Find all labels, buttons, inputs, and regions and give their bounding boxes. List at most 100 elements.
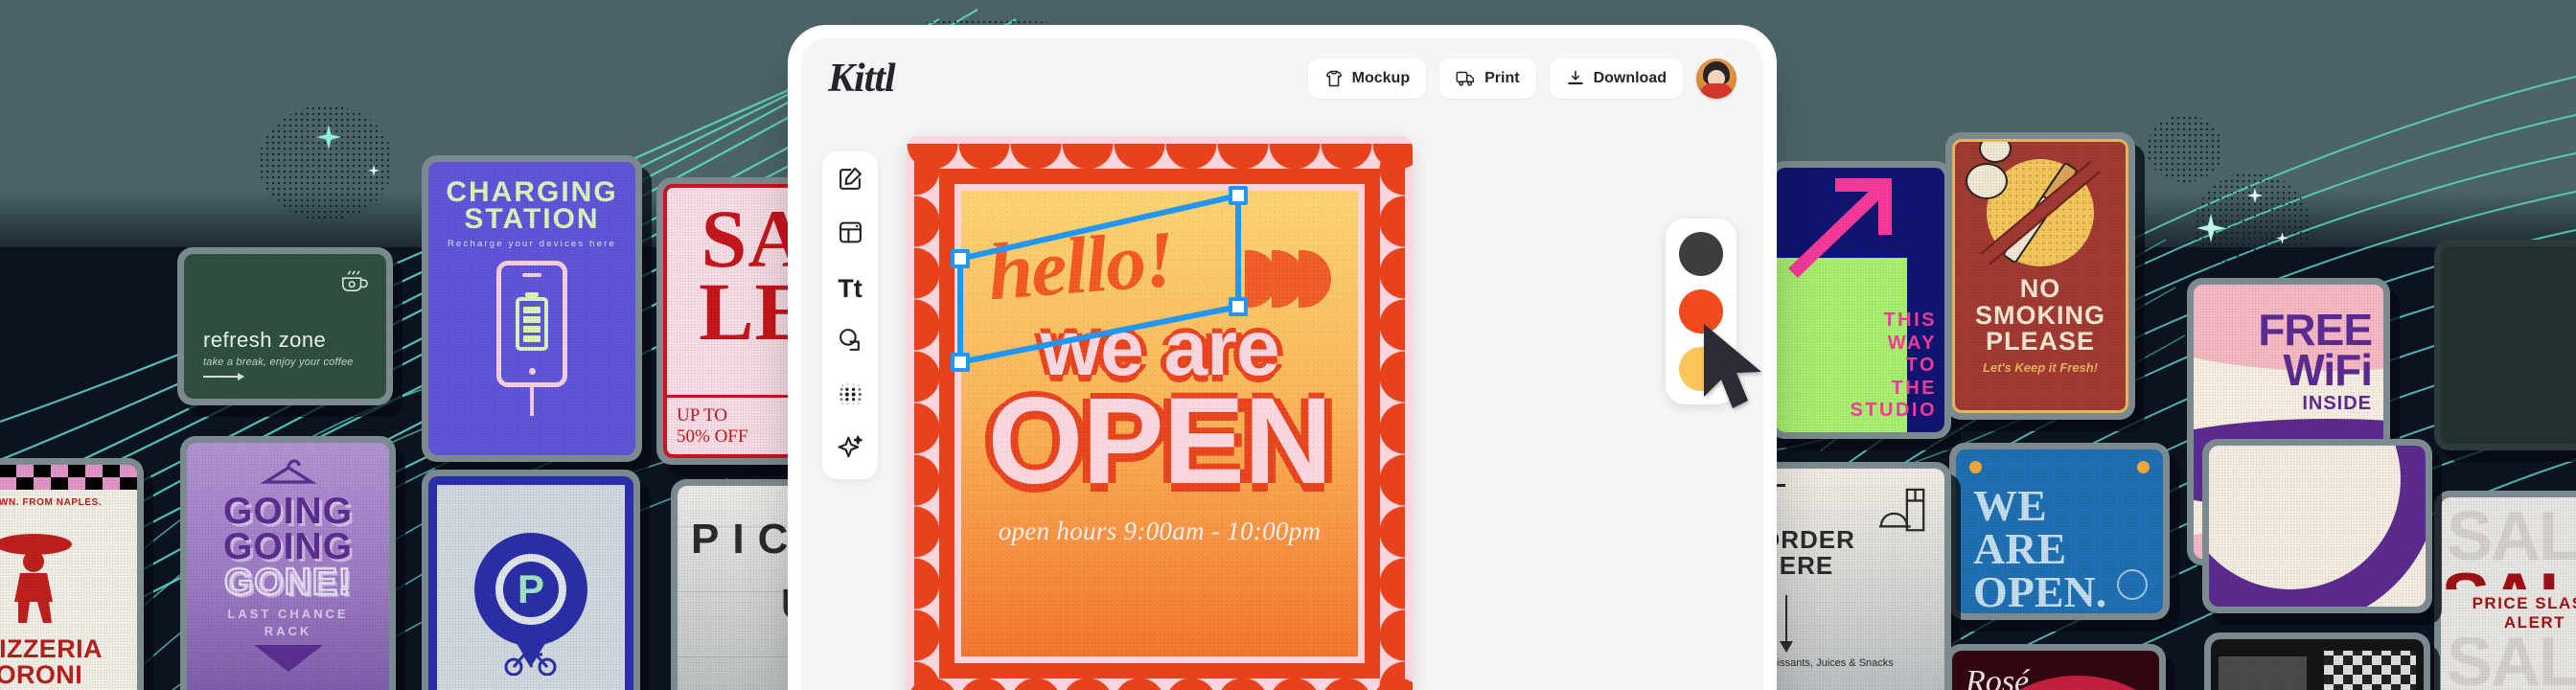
avatar[interactable]	[1696, 58, 1736, 99]
sparkle-icon	[838, 434, 863, 465]
parking-pin-icon: P	[474, 533, 587, 667]
poster-line2: WiFi	[2283, 345, 2373, 396]
poster-word-ghost: SALE	[2446, 624, 2576, 690]
poster-line3: GONE!	[223, 562, 352, 604]
poster-sub-line1: LAST CHANCE	[227, 607, 349, 622]
poster-no-smoking[interactable]: NO SMOKING PLEASE Let's Keep it Fresh!	[1945, 132, 2135, 420]
poster-pizzeria[interactable]: BEST IN TOWN. FROM NAPLES. LA PIZZERIA D…	[0, 458, 144, 690]
arrow-up-right-icon	[1785, 175, 1900, 286]
poster-this-way-studio[interactable]: THIS WAY TO THE STUDIO	[1769, 161, 1951, 439]
poster-line5: STUDIO	[1850, 400, 1937, 422]
app-body: Tt hello! we are OPEN open hours 9:00am …	[801, 119, 1763, 690]
shapes-icon	[838, 327, 863, 357]
tshirt-icon	[1324, 69, 1344, 88]
poster-name-line1: LA PIZZERIA	[0, 633, 103, 663]
poster-bike-parking[interactable]: P	[422, 470, 640, 690]
poster-tagline: BEST IN TOWN. FROM NAPLES.	[0, 497, 103, 508]
shape-tool[interactable]	[836, 328, 864, 356]
tool-rail: Tt	[822, 151, 878, 479]
hanger-icon	[259, 456, 317, 494]
cord	[530, 387, 534, 417]
poster-rose-script[interactable]: Rosé	[1945, 644, 2166, 690]
poster-line1: WE ARE	[1973, 481, 2067, 574]
poster-name-line2: DI MORONI	[0, 660, 83, 690]
poster-line3: TO	[1905, 355, 1937, 377]
poster-line2: WAY	[1887, 332, 1937, 354]
arrow-down-icon	[1780, 594, 1793, 653]
poster-line2: GOING	[222, 526, 353, 568]
swatch-dark[interactable]	[1679, 232, 1723, 276]
dots-grid-icon	[838, 380, 863, 411]
poster-caption: Croissants, Juices & Snacks	[1760, 656, 1894, 669]
halftone-puff	[2147, 115, 2223, 182]
poster-line1: FREE	[2258, 305, 2373, 355]
pattern-tool[interactable]	[836, 381, 864, 410]
poster-line1: ORDER	[1760, 525, 1855, 554]
poster-line2: HERE	[1760, 551, 1834, 581]
poster-sub-line2: RACK	[264, 623, 312, 638]
poster-line1: NO SMOKING	[1974, 274, 2105, 330]
mockup-label: Mockup	[1351, 70, 1411, 86]
moon-shapes[interactable]	[1245, 250, 1331, 308]
download-label: Download	[1593, 70, 1667, 86]
poster-going-gone[interactable]: GOING GOING GONE! LAST CHANCE RACK	[180, 436, 396, 690]
edit-tool[interactable]	[836, 167, 864, 196]
download-icon	[1566, 69, 1585, 88]
poster-refresh-zone[interactable]: refresh zone take a break, enjoy your co…	[177, 247, 393, 405]
pizza-chef-icon	[0, 508, 137, 636]
ai-tool[interactable]	[836, 435, 864, 464]
layout-icon	[838, 219, 863, 250]
poster-big-line2: LE	[699, 264, 811, 357]
bicycle-icon	[503, 647, 559, 680]
download-button[interactable]: Download	[1549, 58, 1683, 99]
app-header: Kittl Mockup Print Download	[801, 38, 1763, 119]
poster-subtitle: take a break, enjoy your coffee	[203, 356, 354, 368]
poster-line1: GOING	[222, 491, 353, 532]
no-smoking-icon	[1966, 142, 2101, 266]
kittl-app-window: Kittl Mockup Print Download Tt hello! we…	[801, 38, 1763, 690]
poster-strip: PRICE SLASH ALERT	[2441, 589, 2576, 637]
poster-sale-slash[interactable]: SALE SALE SALE PRICE SLASH ALERT	[2434, 491, 2576, 690]
canvas-hours[interactable]: open hours 9:00am - 10:00pm	[999, 517, 1322, 546]
parking-letter: P	[495, 554, 566, 625]
smiley-icon	[2117, 569, 2148, 600]
print-label: Print	[1484, 70, 1520, 86]
template-tool[interactable]	[836, 220, 864, 249]
mouse-cursor	[1698, 320, 1763, 417]
poster-line2: PLEASE	[1985, 327, 2096, 356]
poster-title: refresh zone	[203, 328, 327, 352]
poster-script: Rosé	[1966, 664, 2030, 690]
poster-tagline: Let's Keep it Fresh!	[1982, 359, 2099, 375]
pencil-square-icon	[838, 166, 863, 196]
poster-title-line2: STATION	[464, 202, 600, 235]
poster-line2: OPEN.	[1973, 567, 2107, 613]
text-icon: Tt	[838, 273, 862, 303]
poster-line1: THIS	[1883, 310, 1937, 332]
halftone-puff	[2195, 172, 2310, 278]
kittl-logo[interactable]: Kittl	[828, 56, 896, 102]
poster-checkered-dark[interactable]	[2204, 632, 2430, 690]
poster-frame: hello! we are OPEN open hours 9:00am - 1…	[954, 184, 1365, 663]
header-actions: Mockup Print Download	[1307, 58, 1736, 99]
print-button[interactable]: Print	[1439, 58, 1536, 99]
poster-purple-rings[interactable]	[2202, 439, 2432, 613]
canvas-headline-script[interactable]: hello!	[985, 213, 1177, 320]
bakery-drink-icon	[1877, 486, 1929, 540]
canvas-line2[interactable]: OPEN	[988, 380, 1333, 503]
poster-order-here[interactable]: ORDER HERE Croissants, Juices & Snacks	[1740, 462, 1951, 690]
triangle-marker	[253, 645, 323, 673]
checker-border	[0, 465, 137, 490]
text-tool[interactable]: Tt	[836, 274, 864, 303]
truck-icon	[1456, 69, 1476, 88]
poster-line3: INSIDE	[2302, 392, 2372, 414]
poster-we-are-open[interactable]: WE ARE OPEN. WELCOME IN	[1949, 443, 2170, 620]
poster-filler	[2434, 240, 2576, 450]
halftone-puff	[259, 105, 393, 220]
poster-subtitle: Recharge your devices here	[447, 239, 616, 250]
design-canvas[interactable]: hello! we are OPEN open hours 9:00am - 1…	[907, 136, 1413, 690]
phone-battery-icon	[496, 261, 567, 388]
mockup-button[interactable]: Mockup	[1307, 58, 1427, 99]
arrow-right-icon	[203, 373, 244, 380]
coffee-cup-icon	[340, 267, 369, 299]
poster-charging-station[interactable]: CHARGING STATION Recharge your devices h…	[422, 155, 642, 462]
